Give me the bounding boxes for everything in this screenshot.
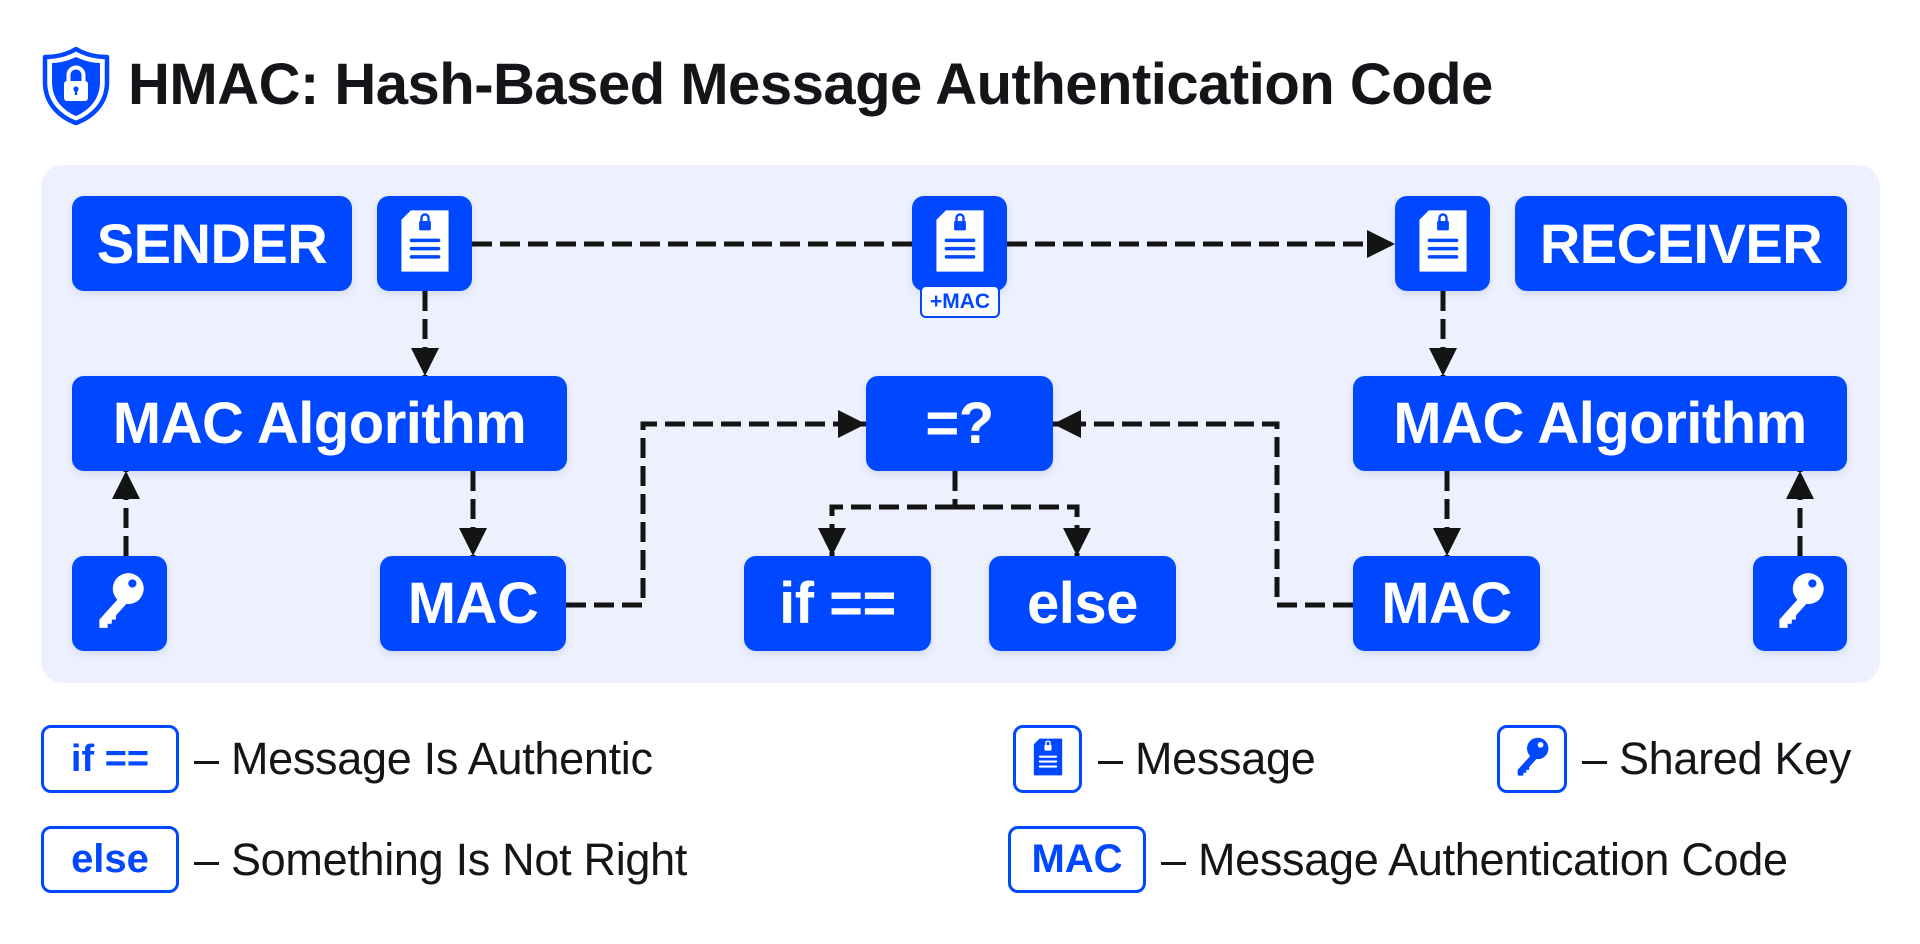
key-icon xyxy=(1771,568,1829,639)
compare-label: =? xyxy=(925,391,994,456)
legend-message-description: Message xyxy=(1134,733,1316,784)
sender-label: SENDER xyxy=(96,212,328,275)
receiver-mac-node: MAC xyxy=(1353,556,1540,651)
legend-dash: – xyxy=(194,834,219,885)
legend-dash: – xyxy=(1161,834,1186,885)
key-icon xyxy=(1512,734,1552,785)
legend-key-symbol xyxy=(1497,725,1567,793)
receiver-message-node xyxy=(1395,196,1490,291)
legend-dash: – xyxy=(1582,733,1607,784)
transit-message-node xyxy=(912,196,1007,291)
compare-node: =? xyxy=(866,376,1053,471)
legend-dash: – xyxy=(1098,733,1123,784)
receiver-key-node xyxy=(1753,556,1847,651)
key-icon xyxy=(91,568,149,639)
shield-lock-icon xyxy=(40,46,112,126)
legend-match-description: Message Is Authentic xyxy=(230,733,653,784)
sender-mac-node: MAC xyxy=(380,556,566,651)
receiver-node: RECEIVER xyxy=(1515,196,1847,291)
match-node: if == xyxy=(744,556,931,651)
legend-key-text: – Shared Key xyxy=(1582,725,1851,793)
legend-dash: – xyxy=(194,733,219,784)
document-lock-icon xyxy=(1031,735,1065,784)
page-title: HMAC: Hash-Based Message Authentication … xyxy=(128,52,1493,117)
receiver-mac-algorithm-node: MAC Algorithm xyxy=(1353,376,1847,471)
sender-key-node xyxy=(72,556,167,651)
receiver-algorithm-label: MAC Algorithm xyxy=(1393,391,1807,456)
document-lock-icon xyxy=(396,208,454,279)
legend-mac-description: Message Authentication Code xyxy=(1197,834,1788,885)
legend-mac-symbol: MAC xyxy=(1008,826,1146,893)
legend-message-symbol xyxy=(1013,725,1082,793)
mismatch-node: else xyxy=(989,556,1176,651)
sender-message-node xyxy=(377,196,472,291)
legend-match-text: – Message Is Authentic xyxy=(194,725,653,793)
legend-mismatch-description: Something Is Not Right xyxy=(230,834,688,885)
document-lock-icon xyxy=(931,208,989,279)
mismatch-label: else xyxy=(1027,571,1138,636)
sender-mac-algorithm-node: MAC Algorithm xyxy=(72,376,567,471)
match-label: if == xyxy=(779,571,896,636)
sender-algorithm-label: MAC Algorithm xyxy=(112,391,527,456)
sender-node: SENDER xyxy=(72,196,352,291)
legend-match-symbol: if == xyxy=(41,725,179,793)
legend-mismatch-symbol: else xyxy=(41,826,179,893)
legend-key-description: Shared Key xyxy=(1618,733,1852,784)
legend-mac-text: – Message Authentication Code xyxy=(1161,826,1788,894)
legend-mismatch-text: – Something Is Not Right xyxy=(194,826,687,894)
mac-attached-badge: +MAC xyxy=(920,285,1000,318)
sender-mac-label: MAC xyxy=(407,571,539,636)
document-lock-icon xyxy=(1414,208,1472,279)
receiver-label: RECEIVER xyxy=(1539,212,1823,275)
legend-message-text: – Message xyxy=(1098,725,1316,793)
receiver-mac-label: MAC xyxy=(1381,571,1512,636)
